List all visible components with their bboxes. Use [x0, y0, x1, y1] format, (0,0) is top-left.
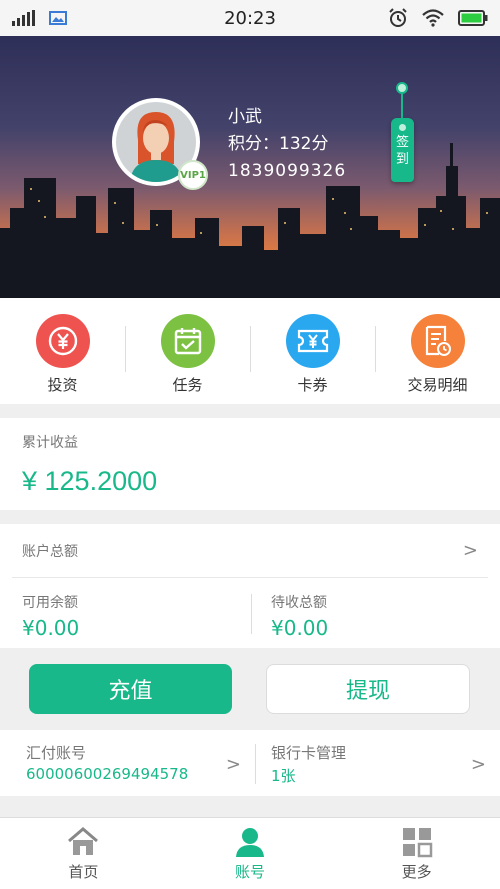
- user-icon: [236, 828, 264, 857]
- sign-in-label: 签到: [396, 135, 410, 167]
- alarm-icon: [389, 8, 407, 27]
- bottom-nav: 首页 账号 更多: [0, 817, 500, 889]
- sign-in-pin: [396, 82, 408, 94]
- home-icon: [68, 827, 99, 855]
- wifi-icon: [422, 9, 444, 27]
- quick-menu-coupons[interactable]: 卡券: [250, 298, 375, 404]
- signal-icon: [12, 10, 35, 26]
- document-clock-icon: [410, 314, 465, 368]
- bank-card-management-row[interactable]: 银行卡管理 1张 >: [255, 730, 500, 796]
- user-name: 小武: [228, 107, 262, 127]
- bank-card: 汇付账号 60000600269494578 > 银行卡管理 1张 >: [0, 730, 500, 796]
- account-total-label: 账户总额: [22, 543, 78, 560]
- nav-account[interactable]: 账号: [167, 818, 334, 889]
- pending-total-value: ¥0.00: [271, 616, 329, 640]
- status-bar: 20:23: [0, 0, 500, 36]
- chevron-right-icon: >: [225, 754, 241, 775]
- sign-in-string: [401, 90, 403, 120]
- pending-total: 待收总额 ¥0.00: [251, 578, 500, 648]
- huifu-account-row[interactable]: 汇付账号 60000600269494578 >: [0, 730, 255, 796]
- yuan-icon: [35, 314, 90, 368]
- grid-icon: [402, 828, 432, 858]
- quick-menu-invest[interactable]: 投资: [0, 298, 125, 404]
- account-total-row[interactable]: 账户总额 >: [12, 524, 488, 578]
- account-card: 账户总额 > 可用余额 ¥0.00 待收总额 ¥0.00: [0, 524, 500, 648]
- quick-menu: 投资 任务 卡券 交易明细: [0, 298, 500, 404]
- earnings-card: 累计收益 ¥ 125.2000: [0, 418, 500, 510]
- vip-badge: VIP1: [178, 160, 208, 190]
- quick-menu-invest-label: 投资: [47, 376, 78, 394]
- huifu-account-value: 60000600269494578: [26, 765, 189, 783]
- pending-total-label: 待收总额: [271, 595, 327, 611]
- user-info: 小武 积分：132分 1839099326: [228, 104, 346, 184]
- battery-icon: [458, 10, 488, 26]
- sign-in-button[interactable]: 签到: [391, 118, 414, 182]
- nav-home[interactable]: 首页: [0, 818, 167, 889]
- quick-menu-tasks-label: 任务: [172, 376, 203, 394]
- huifu-account-label: 汇付账号: [26, 744, 87, 762]
- earnings-label: 累计收益: [22, 435, 78, 451]
- coupon-icon: [285, 314, 340, 368]
- nav-home-label: 首页: [68, 863, 99, 881]
- nav-more[interactable]: 更多: [333, 818, 500, 889]
- quick-menu-tasks[interactable]: 任务: [125, 298, 250, 404]
- user-phone: 1839099326: [228, 161, 347, 181]
- calendar-check-icon: [160, 314, 215, 368]
- user-points: 积分：132分: [228, 134, 329, 154]
- recharge-button[interactable]: 充值: [29, 664, 232, 714]
- chevron-right-icon: >: [470, 754, 486, 775]
- quick-menu-coupons-label: 卡券: [297, 376, 328, 394]
- available-balance-value: ¥0.00: [22, 616, 80, 640]
- available-balance: 可用余额 ¥0.00: [0, 578, 251, 648]
- earnings-value: ¥ 125.2000: [22, 466, 158, 496]
- profile-header: VIP1 小武 积分：132分 1839099326 签到: [0, 36, 500, 298]
- image-icon: [49, 11, 67, 25]
- nav-account-label: 账号: [235, 863, 266, 881]
- available-balance-label: 可用余额: [22, 595, 78, 611]
- chevron-right-icon: >: [462, 540, 478, 561]
- bank-card-count: 1张: [271, 767, 296, 785]
- nav-more-label: 更多: [401, 863, 432, 881]
- quick-menu-transactions-label: 交易明细: [407, 376, 468, 394]
- withdraw-button[interactable]: 提现: [266, 664, 470, 714]
- bank-card-management-label: 银行卡管理: [271, 744, 347, 762]
- quick-menu-transactions[interactable]: 交易明细: [375, 298, 500, 404]
